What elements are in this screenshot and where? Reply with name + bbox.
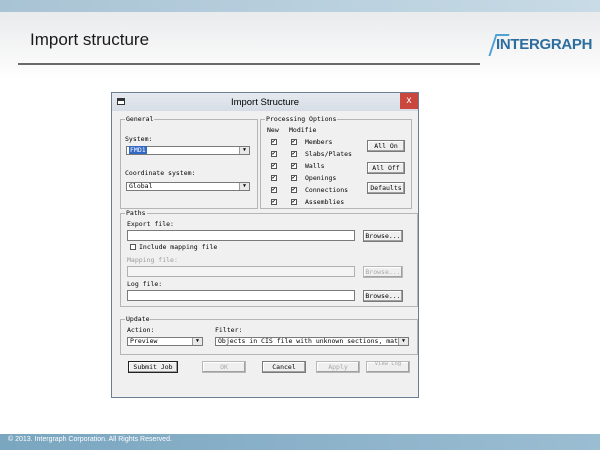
update-group-label: Update (125, 315, 151, 323)
dialog-title: Import Structure (230, 97, 300, 108)
coordinate-system-value: Global (129, 182, 153, 190)
chevron-down-icon: ▼ (192, 338, 202, 345)
action-select[interactable]: Preview ▼ (127, 337, 203, 346)
all-on-button[interactable]: All On (367, 140, 405, 152)
export-file-label: Export file: (127, 220, 174, 228)
column-modified-label: Modifie (289, 126, 317, 134)
slabs-plates-label: Slabs/Plates (305, 150, 352, 158)
copyright-text: © 2013. Intergraph Corporation. All Righ… (8, 436, 172, 443)
intergraph-logo: INTERGRAPH (496, 36, 593, 53)
action-label: Action: (127, 326, 155, 334)
slide-footer: © 2013. Intergraph Corporation. All Righ… (0, 434, 600, 450)
general-group: General System: FMD1 ▼ Coordinate system… (120, 115, 258, 209)
title-divider (18, 63, 480, 65)
system-select[interactable]: FMD1 ▼ (126, 146, 250, 155)
mapping-file-input (127, 266, 355, 277)
general-group-label: General (125, 115, 155, 123)
assemblies-label: Assemblies (305, 198, 345, 206)
view-log-button: View Log (366, 361, 410, 373)
filter-value: Objects in CIS file with unknown section… (218, 337, 409, 345)
slide-title: Import structure (30, 30, 150, 49)
import-structure-dialog: Import Structure x General System: FMD1 … (111, 92, 419, 398)
processing-options-label: Processing Options (265, 115, 338, 123)
action-value: Preview (130, 337, 158, 345)
walls-new-checkbox[interactable] (271, 163, 277, 169)
mapping-file-label: Mapping file: (127, 256, 178, 264)
chevron-down-icon: ▼ (398, 338, 408, 345)
paths-group-label: Paths (125, 209, 147, 217)
walls-label: Walls (305, 162, 325, 170)
members-new-checkbox[interactable] (271, 139, 277, 145)
log-file-input[interactable] (127, 290, 355, 301)
filter-select[interactable]: Objects in CIS file with unknown section… (215, 337, 409, 346)
ok-button: OK (202, 361, 246, 373)
mapping-browse-button: Browse... (363, 266, 403, 278)
assemblies-modified-checkbox[interactable] (291, 199, 297, 205)
walls-modified-checkbox[interactable] (291, 163, 297, 169)
coordinate-system-select[interactable]: Global ▼ (126, 182, 250, 191)
log-file-label: Log file: (127, 280, 163, 288)
system-value: FMD1 (129, 146, 147, 154)
system-label: System: (125, 135, 153, 143)
dialog-titlebar[interactable]: Import Structure x (112, 93, 418, 111)
assemblies-new-checkbox[interactable] (271, 199, 277, 205)
slide-top-band (0, 0, 600, 12)
openings-new-checkbox[interactable] (271, 175, 277, 181)
members-label: Members (305, 138, 333, 146)
apply-button: Apply (316, 361, 360, 373)
column-new-label: New (267, 126, 279, 134)
processing-options-group: Processing Options New Modifie Members S… (260, 115, 412, 209)
all-off-button[interactable]: All Off (367, 162, 405, 174)
connections-modified-checkbox[interactable] (291, 187, 297, 193)
chevron-down-icon: ▼ (239, 147, 249, 154)
filter-label: Filter: (215, 326, 243, 334)
openings-label: Openings (305, 174, 337, 182)
connections-new-checkbox[interactable] (271, 187, 277, 193)
include-mapping-label: Include mapping file (139, 243, 218, 251)
update-group: Update Action: Preview ▼ Filter: Objects… (120, 315, 418, 355)
coordinate-system-label: Coordinate system: (125, 169, 196, 177)
close-button[interactable]: x (400, 93, 418, 109)
export-browse-button[interactable]: Browse... (363, 230, 403, 242)
slabs-plates-new-checkbox[interactable] (271, 151, 277, 157)
export-file-input[interactable] (127, 230, 355, 241)
cancel-button[interactable]: Cancel (262, 361, 306, 373)
connections-label: Connections (305, 186, 349, 194)
openings-modified-checkbox[interactable] (291, 175, 297, 181)
members-modified-checkbox[interactable] (291, 139, 297, 145)
defaults-button[interactable]: Defaults (367, 182, 405, 194)
include-mapping-checkbox[interactable] (130, 244, 136, 250)
slabs-plates-modified-checkbox[interactable] (291, 151, 297, 157)
submit-job-button[interactable]: Submit Job (128, 361, 178, 373)
log-browse-button[interactable]: Browse... (363, 290, 403, 302)
paths-group: Paths Export file: Browse... Include map… (120, 209, 418, 307)
chevron-down-icon: ▼ (239, 183, 249, 190)
